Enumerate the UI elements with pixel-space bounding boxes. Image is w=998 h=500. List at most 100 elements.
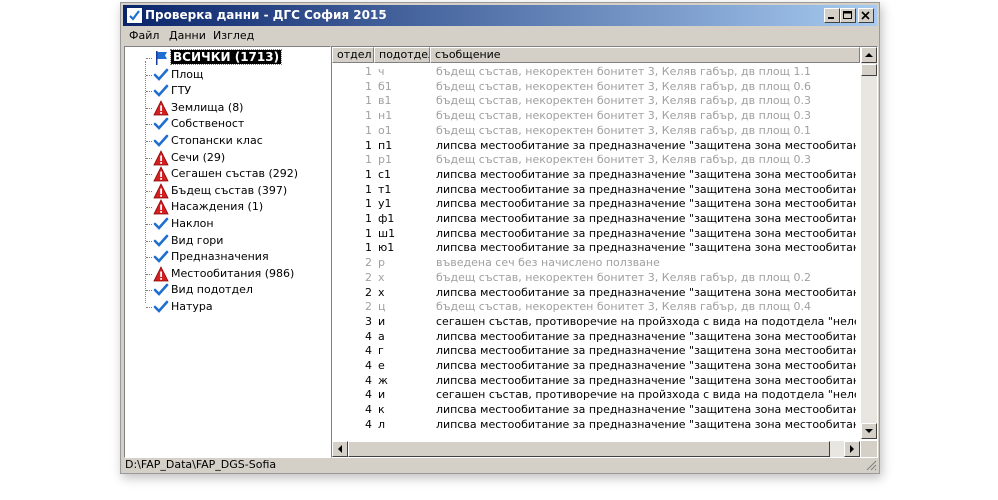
cell-podotdel: р1: [378, 153, 392, 167]
horizontal-scroll-thumb[interactable]: [348, 441, 830, 457]
table-row[interactable]: 2 ц бъдещ състав, некоректен бонитет 3, Ке…: [332, 300, 860, 315]
check-icon: [153, 249, 169, 265]
column-header-otdel[interactable]: отдел: [332, 47, 374, 63]
tree-connector: [146, 174, 152, 176]
table-row[interactable]: 2 х бъдещ състав, некоректен бонитет 3, Ке…: [332, 271, 860, 286]
menu-view[interactable]: Изглед: [213, 29, 254, 42]
cell-podotdel: т1: [378, 182, 392, 196]
table-row[interactable]: 1 в1 бъдещ състав, некоректен бонитет 3, К…: [332, 94, 860, 109]
resize-grip-icon[interactable]: [865, 459, 877, 471]
cell-message: липсва местообитание за предназначение "…: [436, 403, 856, 417]
cell-otdel: 4: [365, 417, 372, 431]
vertical-scroll-thumb[interactable]: [861, 64, 877, 76]
table-row[interactable]: 1 ш1 липсва местообитание за предназначени…: [332, 227, 860, 242]
table-row[interactable]: 1 с1 липсва местообитание за предназначени…: [332, 168, 860, 183]
scroll-right-button[interactable]: [844, 441, 860, 457]
warning-icon: [153, 199, 169, 215]
status-bar: D:\FAP_Data\FAP_DGS-Sofia: [123, 458, 877, 471]
column-header-podotdel[interactable]: подотдел: [374, 47, 430, 63]
table-row[interactable]: 4 г липсва местообитание за предназначение…: [332, 344, 860, 359]
cell-message: бъдещ състав, некоректен бонитет 3, Келя…: [436, 270, 811, 284]
tree-item-label: ВСИЧКИ (1713): [169, 49, 283, 65]
maximize-button[interactable]: [840, 8, 856, 23]
warning-icon: [153, 149, 169, 166]
cell-otdel: 4: [365, 359, 372, 372]
tree-connector: [146, 107, 152, 109]
cell-otdel: 3: [365, 314, 372, 328]
cell-message: бъдещ състав, некоректен бонитет 3, Келя…: [436, 79, 811, 93]
tree-connector: [146, 91, 152, 93]
table-row[interactable]: 4 е липсва местообитание за предназначение…: [332, 359, 860, 374]
table-row[interactable]: 1 р1 бъдещ състав, некоректен бонитет 3, К…: [332, 153, 860, 168]
cell-podotdel: в1: [378, 94, 392, 108]
scroll-up-button[interactable]: [861, 47, 877, 63]
cell-otdel: 1: [365, 94, 372, 108]
cell-podotdel: к: [378, 403, 385, 417]
table-row[interactable]: 4 и сегашен състав, противоречие на пройзх…: [332, 388, 860, 403]
cell-otdel: 4: [365, 403, 372, 417]
scroll-left-button[interactable]: [332, 441, 348, 457]
message-list[interactable]: отдел подотдел съобщение 1 ч бъдещ състав,…: [331, 46, 878, 458]
menu-data[interactable]: Данни: [169, 29, 206, 42]
table-row[interactable]: 1 ф1 липсва местообитание за предназначени…: [332, 212, 860, 227]
tree-item-label: Наклон: [171, 217, 214, 230]
cell-message: бъдещ състав, некоректен бонитет 3, Келя…: [436, 300, 811, 314]
menu-file[interactable]: Файл: [129, 29, 159, 42]
tree-connector: [146, 58, 152, 59]
tree-connector: [146, 257, 152, 259]
table-row[interactable]: 4 л липсва местообитание за предназначение…: [332, 418, 860, 433]
cell-podotdel: р: [378, 256, 385, 270]
cell-message: липсва местообитание за предназначение "…: [436, 212, 856, 225]
cell-podotdel: у1: [378, 197, 392, 211]
cell-podotdel: ч: [378, 65, 385, 78]
arrow-up-icon: [865, 53, 873, 57]
cell-podotdel: ш1: [378, 226, 396, 240]
cell-message: липсва местообитание за предназначение "…: [436, 226, 856, 240]
table-row[interactable]: 4 к липсва местообитание за предназначение…: [332, 403, 860, 418]
table-row[interactable]: 3 и сегашен състав, противоречие на пройзх…: [332, 315, 860, 330]
title-bar[interactable]: Проверка данни - ДГС София 2015: [123, 5, 877, 26]
maximize-icon: [843, 11, 852, 19]
cell-message: въведена сеч без начислено ползване: [436, 256, 660, 270]
cell-otdel: 1: [365, 241, 372, 255]
cell-podotdel: ф1: [378, 212, 395, 225]
table-row[interactable]: 4 а липсва местообитание за предназначение…: [332, 330, 860, 345]
cell-otdel: 1: [365, 153, 372, 167]
table-row[interactable]: 1 н1 бъдещ състав, некоректен бонитет 3, К…: [332, 109, 860, 124]
table-row[interactable]: 1 ю1 липсва местообитание за предназначени…: [332, 241, 860, 256]
table-row[interactable]: 1 ч бъдещ състав, некоректен бонитет 3, Ке…: [332, 65, 860, 80]
tree-connector: [146, 124, 152, 126]
table-row[interactable]: 1 п1 липсва местообитание за предназначени…: [332, 139, 860, 154]
cell-message: бъдещ състав, некоректен бонитет 3, Келя…: [436, 94, 811, 108]
tree-connector: [146, 141, 152, 142]
minimize-icon: [828, 17, 834, 19]
close-button[interactable]: [858, 8, 874, 23]
tree-item-label: Стопански клас: [171, 134, 263, 147]
tree-connector: [146, 273, 152, 275]
table-row[interactable]: 4 ж липсва местообитание за предназначение…: [332, 374, 860, 389]
check-icon: [153, 216, 169, 232]
category-tree[interactable]: ВСИЧКИ (1713) Площ ГТУ Землища (8) Собствено…: [124, 46, 331, 458]
table-row[interactable]: 1 т1 липсва местообитание за предназначени…: [332, 183, 860, 198]
scroll-down-button[interactable]: [861, 423, 877, 439]
cell-otdel: 1: [365, 138, 372, 152]
cell-podotdel: и: [378, 388, 386, 402]
minimize-button[interactable]: [824, 8, 840, 23]
cell-message: липсва местообитание за предназначение "…: [436, 285, 856, 299]
table-row[interactable]: 1 б1 бъдещ състав, некоректен бонитет 3, К…: [332, 80, 860, 95]
tree-connector: [146, 157, 152, 159]
column-header-message[interactable]: съобщение: [430, 47, 860, 63]
tree-item-label: Землища (8): [171, 100, 244, 114]
cell-podotdel: л: [378, 417, 386, 431]
table-row[interactable]: 1 о1 бъдещ състав, некоректен бонитет 3, К…: [332, 124, 860, 139]
tree-item-label: Предназначения: [171, 250, 269, 264]
table-row[interactable]: 2 р въведена сеч без начислено ползване: [332, 256, 860, 271]
tree-item-label: Натура: [171, 300, 213, 313]
horizontal-scrollbar[interactable]: [332, 441, 860, 457]
table-row[interactable]: 1 у1 липсва местообитание за предназначени…: [332, 197, 860, 212]
table-row[interactable]: 2 х липсва местообитание за предназначение…: [332, 286, 860, 301]
tree-connector: [146, 290, 152, 292]
vertical-scrollbar[interactable]: [861, 47, 877, 439]
menu-bar: Файл Данни Изглед: [123, 27, 877, 45]
cell-otdel: 1: [365, 226, 372, 240]
